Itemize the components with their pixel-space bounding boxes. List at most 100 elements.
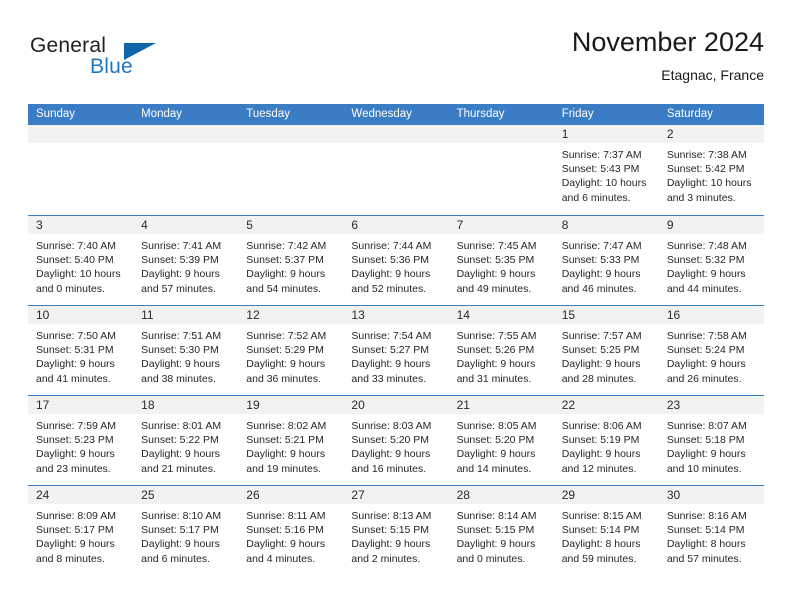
day-cell[interactable]: 19 Sunrise: 8:02 AM Sunset: 5:21 PM Dayligh… xyxy=(238,396,344,485)
day-cell[interactable]: 4 Sunrise: 7:41 AM Sunset: 5:39 PM Daylight… xyxy=(133,216,239,305)
day-cell[interactable]: 30 Sunrise: 8:16 AM Sunset: 5:14 PM Dayligh… xyxy=(658,486,764,575)
sunset-text: Sunset: 5:17 PM xyxy=(141,524,219,537)
day-number-band: 30 xyxy=(658,486,764,504)
daylight-text: and 49 minutes. xyxy=(456,282,532,295)
sunrise-text: Sunrise: 7:59 AM xyxy=(36,420,116,432)
sunset-text: Sunset: 5:36 PM xyxy=(351,254,430,267)
sunrise-text: Sunrise: 8:09 AM xyxy=(36,510,116,522)
day-number-band xyxy=(343,125,449,143)
sunrise-text: Sunrise: 7:54 AM xyxy=(351,330,432,342)
day-cell[interactable]: 12 Sunrise: 7:52 AM Sunset: 5:29 PM Dayligh… xyxy=(238,306,344,395)
day-cell-empty xyxy=(133,125,239,215)
day-cell[interactable]: 8 Sunrise: 7:47 AM Sunset: 5:33 PM Daylight… xyxy=(553,216,659,305)
day-cell[interactable]: 18 Sunrise: 8:01 AM Sunset: 5:22 PM Dayligh… xyxy=(133,396,239,485)
sunset-text: Sunset: 5:29 PM xyxy=(246,344,324,357)
day-cell[interactable]: 22 Sunrise: 8:06 AM Sunset: 5:19 PM Dayligh… xyxy=(553,396,659,485)
weekday-header-wednesday: Wednesday xyxy=(351,108,412,120)
calendar-grid: Sunday Monday Tuesday Wednesday Thursday Frid… xyxy=(28,104,764,575)
day-cell[interactable]: 24 Sunrise: 8:09 AM Sunset: 5:17 PM Dayligh… xyxy=(28,486,134,575)
daylight-text: Daylight: 9 hours xyxy=(666,268,746,281)
day-cell[interactable]: 3 Sunrise: 7:40 AM Sunset: 5:40 PM Daylight… xyxy=(28,216,134,305)
day-number: 16 xyxy=(666,308,681,322)
sunrise-text: Sunrise: 8:01 AM xyxy=(141,420,222,432)
day-cell[interactable]: 23 Sunrise: 8:07 AM Sunset: 5:18 PM Dayligh… xyxy=(658,396,764,485)
day-cell[interactable]: 20 Sunrise: 8:03 AM Sunset: 5:20 PM Dayligh… xyxy=(343,396,449,485)
daylight-text: and 26 minutes. xyxy=(666,372,742,385)
daylight-text: Daylight: 10 hours xyxy=(36,268,121,281)
day-number: 25 xyxy=(141,488,155,502)
day-cell[interactable]: 17 Sunrise: 7:59 AM Sunset: 5:23 PM Dayligh… xyxy=(28,396,134,485)
daylight-text: and 57 minutes. xyxy=(666,552,742,565)
day-cell-details: Sunrise: 8:16 AM Sunset: 5:14 PM Daylight:… xyxy=(659,504,764,566)
day-cell[interactable]: 1 Sunrise: 7:37 AM Sunset: 5:43 PM Daylight… xyxy=(553,125,659,215)
day-cell-empty xyxy=(448,125,554,215)
sunset-text: Sunset: 5:20 PM xyxy=(456,434,535,447)
week-row: 24 Sunrise: 8:09 AM Sunset: 5:17 PM Dayligh… xyxy=(28,485,764,575)
day-number: 14 xyxy=(456,308,470,322)
day-cell-details: Sunrise: 7:45 AM Sunset: 5:35 PM Daylight:… xyxy=(449,234,554,296)
day-cell[interactable]: 26 Sunrise: 8:11 AM Sunset: 5:16 PM Dayligh… xyxy=(238,486,344,575)
sunset-text: Sunset: 5:16 PM xyxy=(246,524,324,537)
daylight-text: and 2 minutes. xyxy=(351,552,421,565)
general-blue-logo[interactable]: General Blue xyxy=(30,34,260,86)
sunset-text: Sunset: 5:24 PM xyxy=(666,344,745,357)
day-cell-details xyxy=(449,143,554,148)
day-cell[interactable]: 27 Sunrise: 8:13 AM Sunset: 5:15 PM Dayligh… xyxy=(343,486,449,575)
page-header: General Blue November 2024 Etagnac, Fran… xyxy=(28,26,764,98)
day-number: 26 xyxy=(246,488,260,502)
daylight-text: Daylight: 9 hours xyxy=(561,268,641,281)
day-cell[interactable]: 10 Sunrise: 7:50 AM Sunset: 5:31 PM Dayligh… xyxy=(28,306,134,395)
day-cell-details xyxy=(28,143,133,148)
page-title: November 2024 xyxy=(571,27,764,57)
day-cell-details: Sunrise: 7:54 AM Sunset: 5:27 PM Daylight:… xyxy=(343,324,448,386)
sunset-text: Sunset: 5:32 PM xyxy=(666,254,745,267)
calendar-weeks: 1 Sunrise: 7:37 AM Sunset: 5:43 PM Daylight… xyxy=(28,125,764,575)
day-number-band: 18 xyxy=(133,396,239,414)
day-cell[interactable]: 28 Sunrise: 8:14 AM Sunset: 5:15 PM Dayligh… xyxy=(448,486,554,575)
daylight-text: Daylight: 10 hours xyxy=(561,177,647,190)
day-cell[interactable]: 14 Sunrise: 7:55 AM Sunset: 5:26 PM Dayligh… xyxy=(448,306,554,395)
day-cell[interactable]: 5 Sunrise: 7:42 AM Sunset: 5:37 PM Daylight… xyxy=(238,216,344,305)
day-cell[interactable]: 7 Sunrise: 7:45 AM Sunset: 5:35 PM Daylight… xyxy=(448,216,554,305)
daylight-text: and 19 minutes. xyxy=(246,462,321,475)
day-number: 6 xyxy=(351,218,359,232)
sunset-text: Sunset: 5:21 PM xyxy=(246,434,324,447)
day-number-band: 8 xyxy=(553,216,659,234)
sunrise-text: Sunrise: 7:37 AM xyxy=(561,149,642,161)
day-number-band: 5 xyxy=(238,216,344,234)
sunrise-text: Sunrise: 7:51 AM xyxy=(141,330,222,342)
weekday-header-tuesday: Tuesday xyxy=(246,108,290,120)
daylight-text: Daylight: 9 hours xyxy=(456,448,536,461)
daylight-text: and 31 minutes. xyxy=(456,372,532,385)
weekday-header-sunday: Sunday xyxy=(36,108,76,120)
daylight-text: and 21 minutes. xyxy=(141,462,216,475)
day-number: 18 xyxy=(141,398,155,412)
logo-text-blue: Blue xyxy=(90,55,133,78)
day-number: 27 xyxy=(351,488,365,502)
day-cell[interactable]: 11 Sunrise: 7:51 AM Sunset: 5:30 PM Dayligh… xyxy=(133,306,239,395)
day-number-band: 17 xyxy=(28,396,134,414)
day-cell[interactable]: 15 Sunrise: 7:57 AM Sunset: 5:25 PM Dayligh… xyxy=(553,306,659,395)
daylight-text: and 57 minutes. xyxy=(141,282,216,295)
day-cell[interactable]: 13 Sunrise: 7:54 AM Sunset: 5:27 PM Dayligh… xyxy=(343,306,449,395)
day-cell[interactable]: 25 Sunrise: 8:10 AM Sunset: 5:17 PM Dayligh… xyxy=(133,486,239,575)
week-row: 10 Sunrise: 7:50 AM Sunset: 5:31 PM Dayligh… xyxy=(28,305,764,395)
day-cell[interactable]: 6 Sunrise: 7:44 AM Sunset: 5:36 PM Daylight… xyxy=(343,216,449,305)
day-cell-details: Sunrise: 8:09 AM Sunset: 5:17 PM Daylight:… xyxy=(28,504,133,566)
day-cell[interactable]: 2 Sunrise: 7:38 AM Sunset: 5:42 PM Daylight… xyxy=(658,125,764,215)
weekday-header-row: Sunday Monday Tuesday Wednesday Thursday Frid… xyxy=(28,104,764,125)
day-number-band xyxy=(133,125,239,143)
day-cell-details xyxy=(343,143,448,148)
day-cell[interactable]: 16 Sunrise: 7:58 AM Sunset: 5:24 PM Dayligh… xyxy=(658,306,764,395)
sunset-text: Sunset: 5:39 PM xyxy=(141,254,219,267)
day-cell[interactable]: 9 Sunrise: 7:48 AM Sunset: 5:32 PM Daylight… xyxy=(658,216,764,305)
day-cell[interactable]: 21 Sunrise: 8:05 AM Sunset: 5:20 PM Dayligh… xyxy=(448,396,554,485)
day-cell[interactable]: 29 Sunrise: 8:15 AM Sunset: 5:14 PM Dayligh… xyxy=(553,486,659,575)
sunset-text: Sunset: 5:25 PM xyxy=(561,344,640,357)
day-number-band: 21 xyxy=(448,396,554,414)
sunrise-text: Sunrise: 8:03 AM xyxy=(351,420,432,432)
sunset-text: Sunset: 5:22 PM xyxy=(141,434,219,447)
day-number-band: 19 xyxy=(238,396,344,414)
sunrise-text: Sunrise: 7:38 AM xyxy=(666,149,747,161)
sunrise-text: Sunrise: 8:16 AM xyxy=(666,510,747,522)
